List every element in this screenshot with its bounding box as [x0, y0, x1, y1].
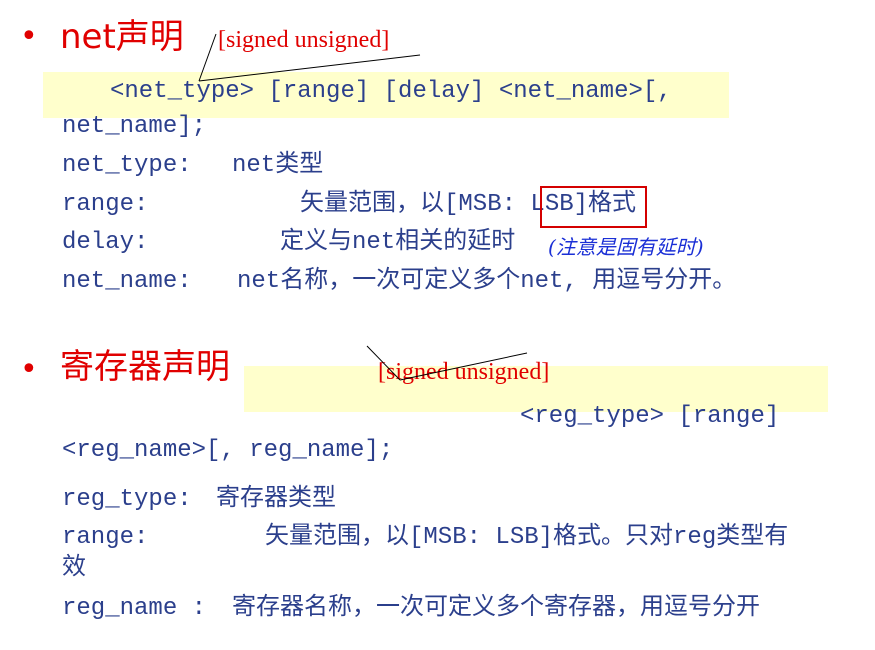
- annotation-callout-lines: [198, 33, 528, 381]
- net-callout-line-b: [198, 54, 421, 82]
- reg-callout-line-b: [399, 352, 528, 381]
- reg-callout-line-a: [366, 345, 401, 381]
- net-callout-line-a: [198, 33, 217, 82]
